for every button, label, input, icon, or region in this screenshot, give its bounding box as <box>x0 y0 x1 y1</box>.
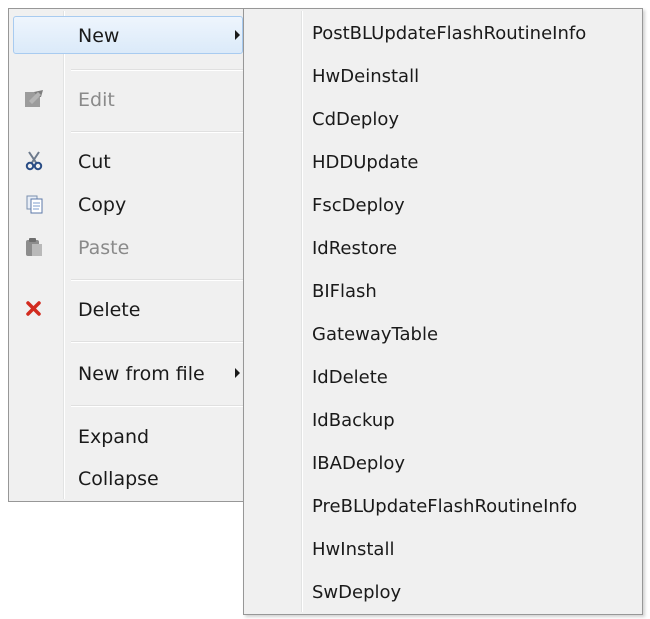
menu-separator <box>71 69 243 71</box>
menu-item-label: Edit <box>78 89 115 111</box>
submenu-item[interactable]: PreBLUpdateFlashRoutineInfo <box>248 486 638 528</box>
submenu-item[interactable]: CdDeploy <box>248 99 638 141</box>
menu-item-label: Paste <box>78 237 130 259</box>
submenu-item-label: GatewayTable <box>312 324 439 345</box>
submenu-item-label: IdDelete <box>312 367 388 388</box>
submenu-item-label: IdBackup <box>312 410 395 431</box>
copy-icon <box>24 194 44 214</box>
menu-separator <box>71 405 243 407</box>
submenu-item[interactable]: IdRestore <box>248 228 638 270</box>
submenu-item-label: SwDeploy <box>312 582 402 603</box>
submenu-item-label: FscDeploy <box>312 195 405 216</box>
submenu-item[interactable]: FscDeploy <box>248 185 638 227</box>
submenu-item-label: BIFlash <box>312 281 377 302</box>
menu-item-label: Delete <box>78 299 141 321</box>
submenu-item[interactable]: IBADeploy <box>248 443 638 485</box>
menu-item-expand[interactable]: Expand <box>13 417 243 455</box>
submenu-item[interactable]: PostBLUpdateFlashRoutineInfo <box>248 13 638 55</box>
menu-separator <box>71 279 243 281</box>
submenu-item-label: IBADeploy <box>312 453 405 474</box>
delete-icon <box>24 299 44 319</box>
menu-item-cut[interactable]: Cut <box>13 142 243 180</box>
menu-item-label: New from file <box>78 363 205 385</box>
cut-icon <box>24 151 44 171</box>
submenu-item[interactable]: BIFlash <box>248 271 638 313</box>
submenu-item-label: PreBLUpdateFlashRoutineInfo <box>312 496 578 517</box>
menu-item-label: New <box>78 25 120 47</box>
screenshot: New Edit Cut Copy Paste Delete New from … <box>0 0 650 619</box>
submenu-item-label: HwDeinstall <box>312 66 420 87</box>
menu-item-copy[interactable]: Copy <box>13 185 243 223</box>
menu-separator <box>71 341 243 343</box>
menu-item-label: Copy <box>78 194 127 216</box>
menu-separator <box>71 131 243 133</box>
submenu-item-label: CdDeploy <box>312 109 400 130</box>
menu-item-paste[interactable]: Paste <box>13 228 243 266</box>
menu-item-collapse[interactable]: Collapse <box>13 459 243 497</box>
submenu-item[interactable]: HwInstall <box>248 529 638 571</box>
submenu-item[interactable]: SwDeploy <box>248 572 638 614</box>
menu-item-new-from-file[interactable]: New from file <box>13 354 243 392</box>
new-submenu: PostBLUpdateFlashRoutineInfo HwDeinstall… <box>243 8 643 615</box>
menu-item-label: Collapse <box>78 468 159 490</box>
submenu-arrow-icon <box>235 368 240 378</box>
edit-icon <box>24 89 44 109</box>
submenu-arrow-icon <box>235 30 240 40</box>
submenu-item[interactable]: IdBackup <box>248 400 638 442</box>
paste-icon <box>24 237 44 257</box>
menu-item-edit[interactable]: Edit <box>13 80 243 118</box>
submenu-item-label: PostBLUpdateFlashRoutineInfo <box>312 23 587 44</box>
context-menu: New Edit Cut Copy Paste Delete New from … <box>8 8 248 502</box>
submenu-item[interactable]: GatewayTable <box>248 314 638 356</box>
menu-item-label: Cut <box>78 151 111 173</box>
menu-item-label: Expand <box>78 426 150 448</box>
menu-item-delete[interactable]: Delete <box>13 290 243 328</box>
menu-item-new[interactable]: New <box>13 16 243 54</box>
submenu-item[interactable]: IdDelete <box>248 357 638 399</box>
submenu-item-label: HDDUpdate <box>312 152 419 173</box>
submenu-item[interactable]: HDDUpdate <box>248 142 638 184</box>
submenu-item-label: HwInstall <box>312 539 395 560</box>
submenu-item[interactable]: HwDeinstall <box>248 56 638 98</box>
submenu-item-label: IdRestore <box>312 238 398 259</box>
